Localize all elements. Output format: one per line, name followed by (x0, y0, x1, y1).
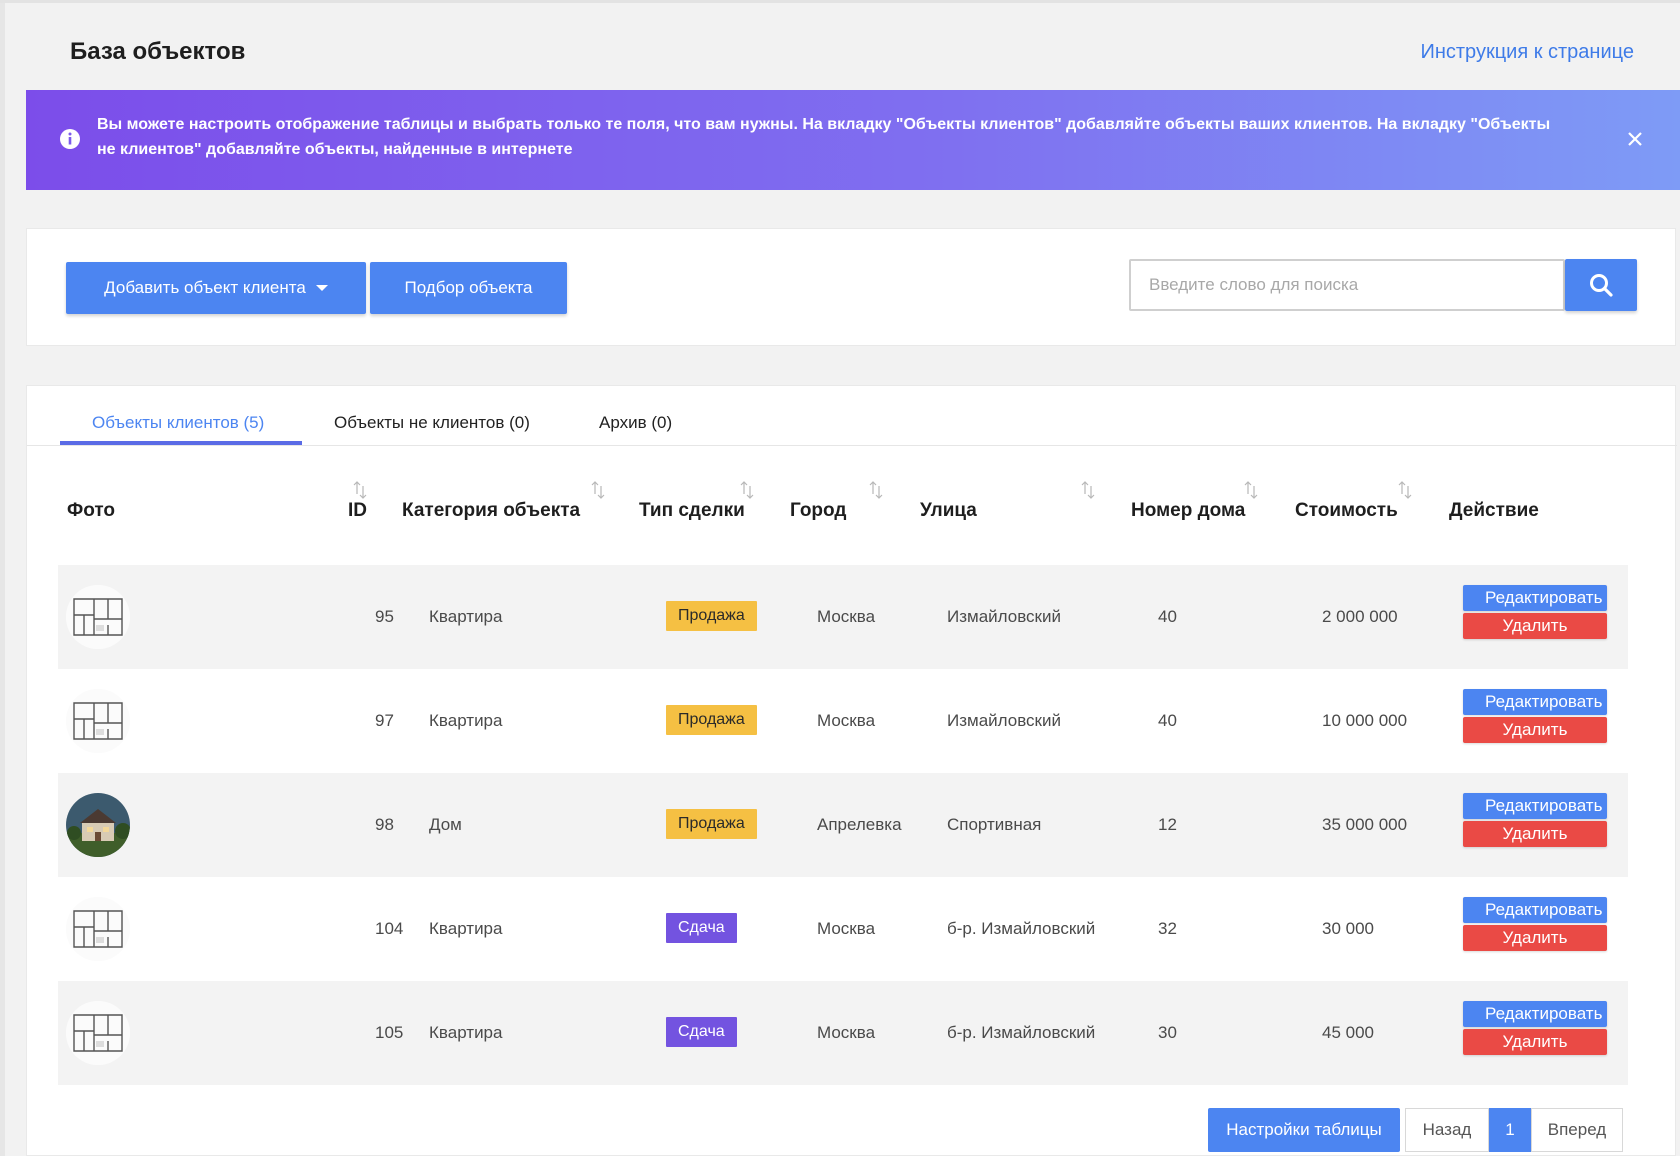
sort-icon[interactable] (1243, 480, 1259, 500)
deal-type-badge: Сдача (666, 913, 737, 943)
cell-street: Измайловский (947, 607, 1061, 626)
cell-street: б-р. Измайловский (947, 919, 1096, 938)
deal-type-badge: Сдача (666, 1017, 737, 1047)
column-header-house-number[interactable]: Номер дома (1131, 500, 1245, 522)
cell-id: 105 (375, 1023, 404, 1042)
deal-type-badge: Продажа (666, 809, 757, 839)
cell-id: 95 (375, 607, 394, 626)
deal-type-badge: Продажа (666, 601, 757, 631)
edit-button[interactable]: Редактировать (1463, 793, 1607, 819)
info-icon (60, 129, 80, 149)
cell-city: Апрелевка (817, 815, 902, 834)
cell-city: Москва (817, 1023, 876, 1042)
floorplan-thumbnail[interactable] (66, 585, 130, 649)
delete-button[interactable]: Удалить (1463, 613, 1607, 639)
cell-category: Квартира (429, 607, 503, 626)
page-title: База объектов (70, 38, 246, 65)
help-link[interactable]: Инструкция к странице (1420, 41, 1634, 64)
sort-icon[interactable] (1080, 480, 1096, 500)
top-divider (0, 0, 1680, 3)
column-header-id[interactable]: ID (348, 500, 367, 522)
delete-button[interactable]: Удалить (1463, 717, 1607, 743)
cell-id: 98 (375, 815, 394, 834)
cell-category: Квартира (429, 1023, 503, 1042)
tab-non-client-objects[interactable]: Объекты не клиентов (0) (334, 413, 530, 433)
cell-price: 35 000 000 (1322, 815, 1408, 834)
edit-button[interactable]: Редактировать (1463, 689, 1607, 715)
toolbar-card: Добавить объект клиента Подбор объекта (26, 228, 1676, 346)
column-header-city[interactable]: Город (790, 500, 846, 522)
floorplan-thumbnail[interactable] (66, 689, 130, 753)
cell-house-number: 30 (1158, 1023, 1177, 1042)
cell-street: Спортивная (947, 815, 1042, 834)
edit-button[interactable]: Редактировать (1463, 585, 1607, 611)
sort-icon[interactable] (1397, 480, 1413, 500)
column-header-category[interactable]: Категория объекта (402, 500, 580, 522)
page-number-button[interactable]: 1 (1489, 1108, 1531, 1152)
sort-icon[interactable] (590, 480, 606, 500)
add-object-label: Добавить объект клиента (104, 278, 306, 297)
cell-category: Квартира (429, 711, 503, 730)
cell-id: 104 (375, 919, 404, 938)
cell-street: б-р. Измайловский (947, 1023, 1096, 1042)
column-header-photo: Фото (67, 500, 116, 521)
sort-icon[interactable] (868, 480, 884, 500)
banner-message: Вы можете настроить отображение таблицы … (97, 116, 1551, 158)
floorplan-thumbnail[interactable] (66, 897, 130, 961)
table-settings-button[interactable]: Настройки таблицы (1208, 1108, 1400, 1152)
cell-house-number: 12 (1158, 815, 1177, 834)
cell-category: Квартира (429, 919, 503, 938)
floorplan-thumbnail[interactable] (66, 1001, 130, 1065)
tab-archive[interactable]: Архив (0) (599, 413, 672, 433)
close-icon[interactable] (1624, 128, 1646, 150)
column-header-deal-type[interactable]: Тип сделки (639, 500, 745, 522)
prev-page-button[interactable]: Назад (1405, 1108, 1489, 1152)
edit-button[interactable]: Редактировать (1463, 1001, 1607, 1027)
tabs-bar: Объекты клиентов (5) Объекты не клиентов… (27, 386, 1677, 446)
info-banner: Вы можете настроить отображение таблицы … (26, 90, 1680, 190)
active-tab-indicator (60, 441, 302, 445)
cell-price: 45 000 (1322, 1023, 1374, 1042)
add-object-button[interactable]: Добавить объект клиента (66, 262, 366, 314)
tab-client-objects[interactable]: Объекты клиентов (5) (92, 413, 264, 433)
sort-icon[interactable] (352, 480, 368, 500)
caret-down-icon (315, 285, 328, 291)
cell-house-number: 40 (1158, 711, 1177, 730)
delete-button[interactable]: Удалить (1463, 1029, 1607, 1055)
house-photo-thumbnail[interactable] (66, 793, 130, 857)
cell-street: Измайловский (947, 711, 1061, 730)
cell-city: Москва (817, 711, 876, 730)
table-row[interactable]: 105 Квартира Сдача Москва б-р. Измайловс… (58, 981, 1628, 1085)
cell-price: 10 000 000 (1322, 711, 1408, 730)
cell-house-number: 32 (1158, 919, 1177, 938)
search-icon (1590, 274, 1613, 297)
cell-id: 97 (375, 711, 394, 730)
next-page-button[interactable]: Вперед (1531, 1108, 1623, 1152)
objects-table-card: Объекты клиентов (5) Объекты не клиентов… (26, 385, 1677, 1156)
search-input[interactable] (1129, 259, 1565, 311)
column-header-action: Действие (1449, 500, 1539, 521)
column-header-price[interactable]: Стоимость (1295, 500, 1398, 522)
sort-icon[interactable] (739, 480, 755, 500)
cell-category: Дом (429, 815, 462, 834)
delete-button[interactable]: Удалить (1463, 821, 1607, 847)
edit-button[interactable]: Редактировать (1463, 897, 1607, 923)
cell-price: 30 000 (1322, 919, 1374, 938)
deal-type-badge: Продажа (666, 705, 757, 735)
table-row[interactable]: 104 Квартира Сдача Москва б-р. Измайловс… (58, 877, 1628, 981)
table-row[interactable]: 98 Дом Продажа Апрелевка Спортивная 12 3… (58, 773, 1628, 877)
delete-button[interactable]: Удалить (1463, 925, 1607, 951)
search-button[interactable] (1565, 259, 1637, 311)
left-edge (0, 0, 5, 1156)
cell-house-number: 40 (1158, 607, 1177, 626)
cell-price: 2 000 000 (1322, 607, 1398, 626)
table-row[interactable]: 97 Квартира Продажа Москва Измайловский … (58, 669, 1628, 773)
cell-city: Москва (817, 919, 876, 938)
table-row[interactable]: 95 Квартира Продажа Москва Измайловский … (58, 565, 1628, 669)
cell-city: Москва (817, 607, 876, 626)
pick-object-button[interactable]: Подбор объекта (370, 262, 567, 314)
column-header-street[interactable]: Улица (920, 500, 977, 522)
